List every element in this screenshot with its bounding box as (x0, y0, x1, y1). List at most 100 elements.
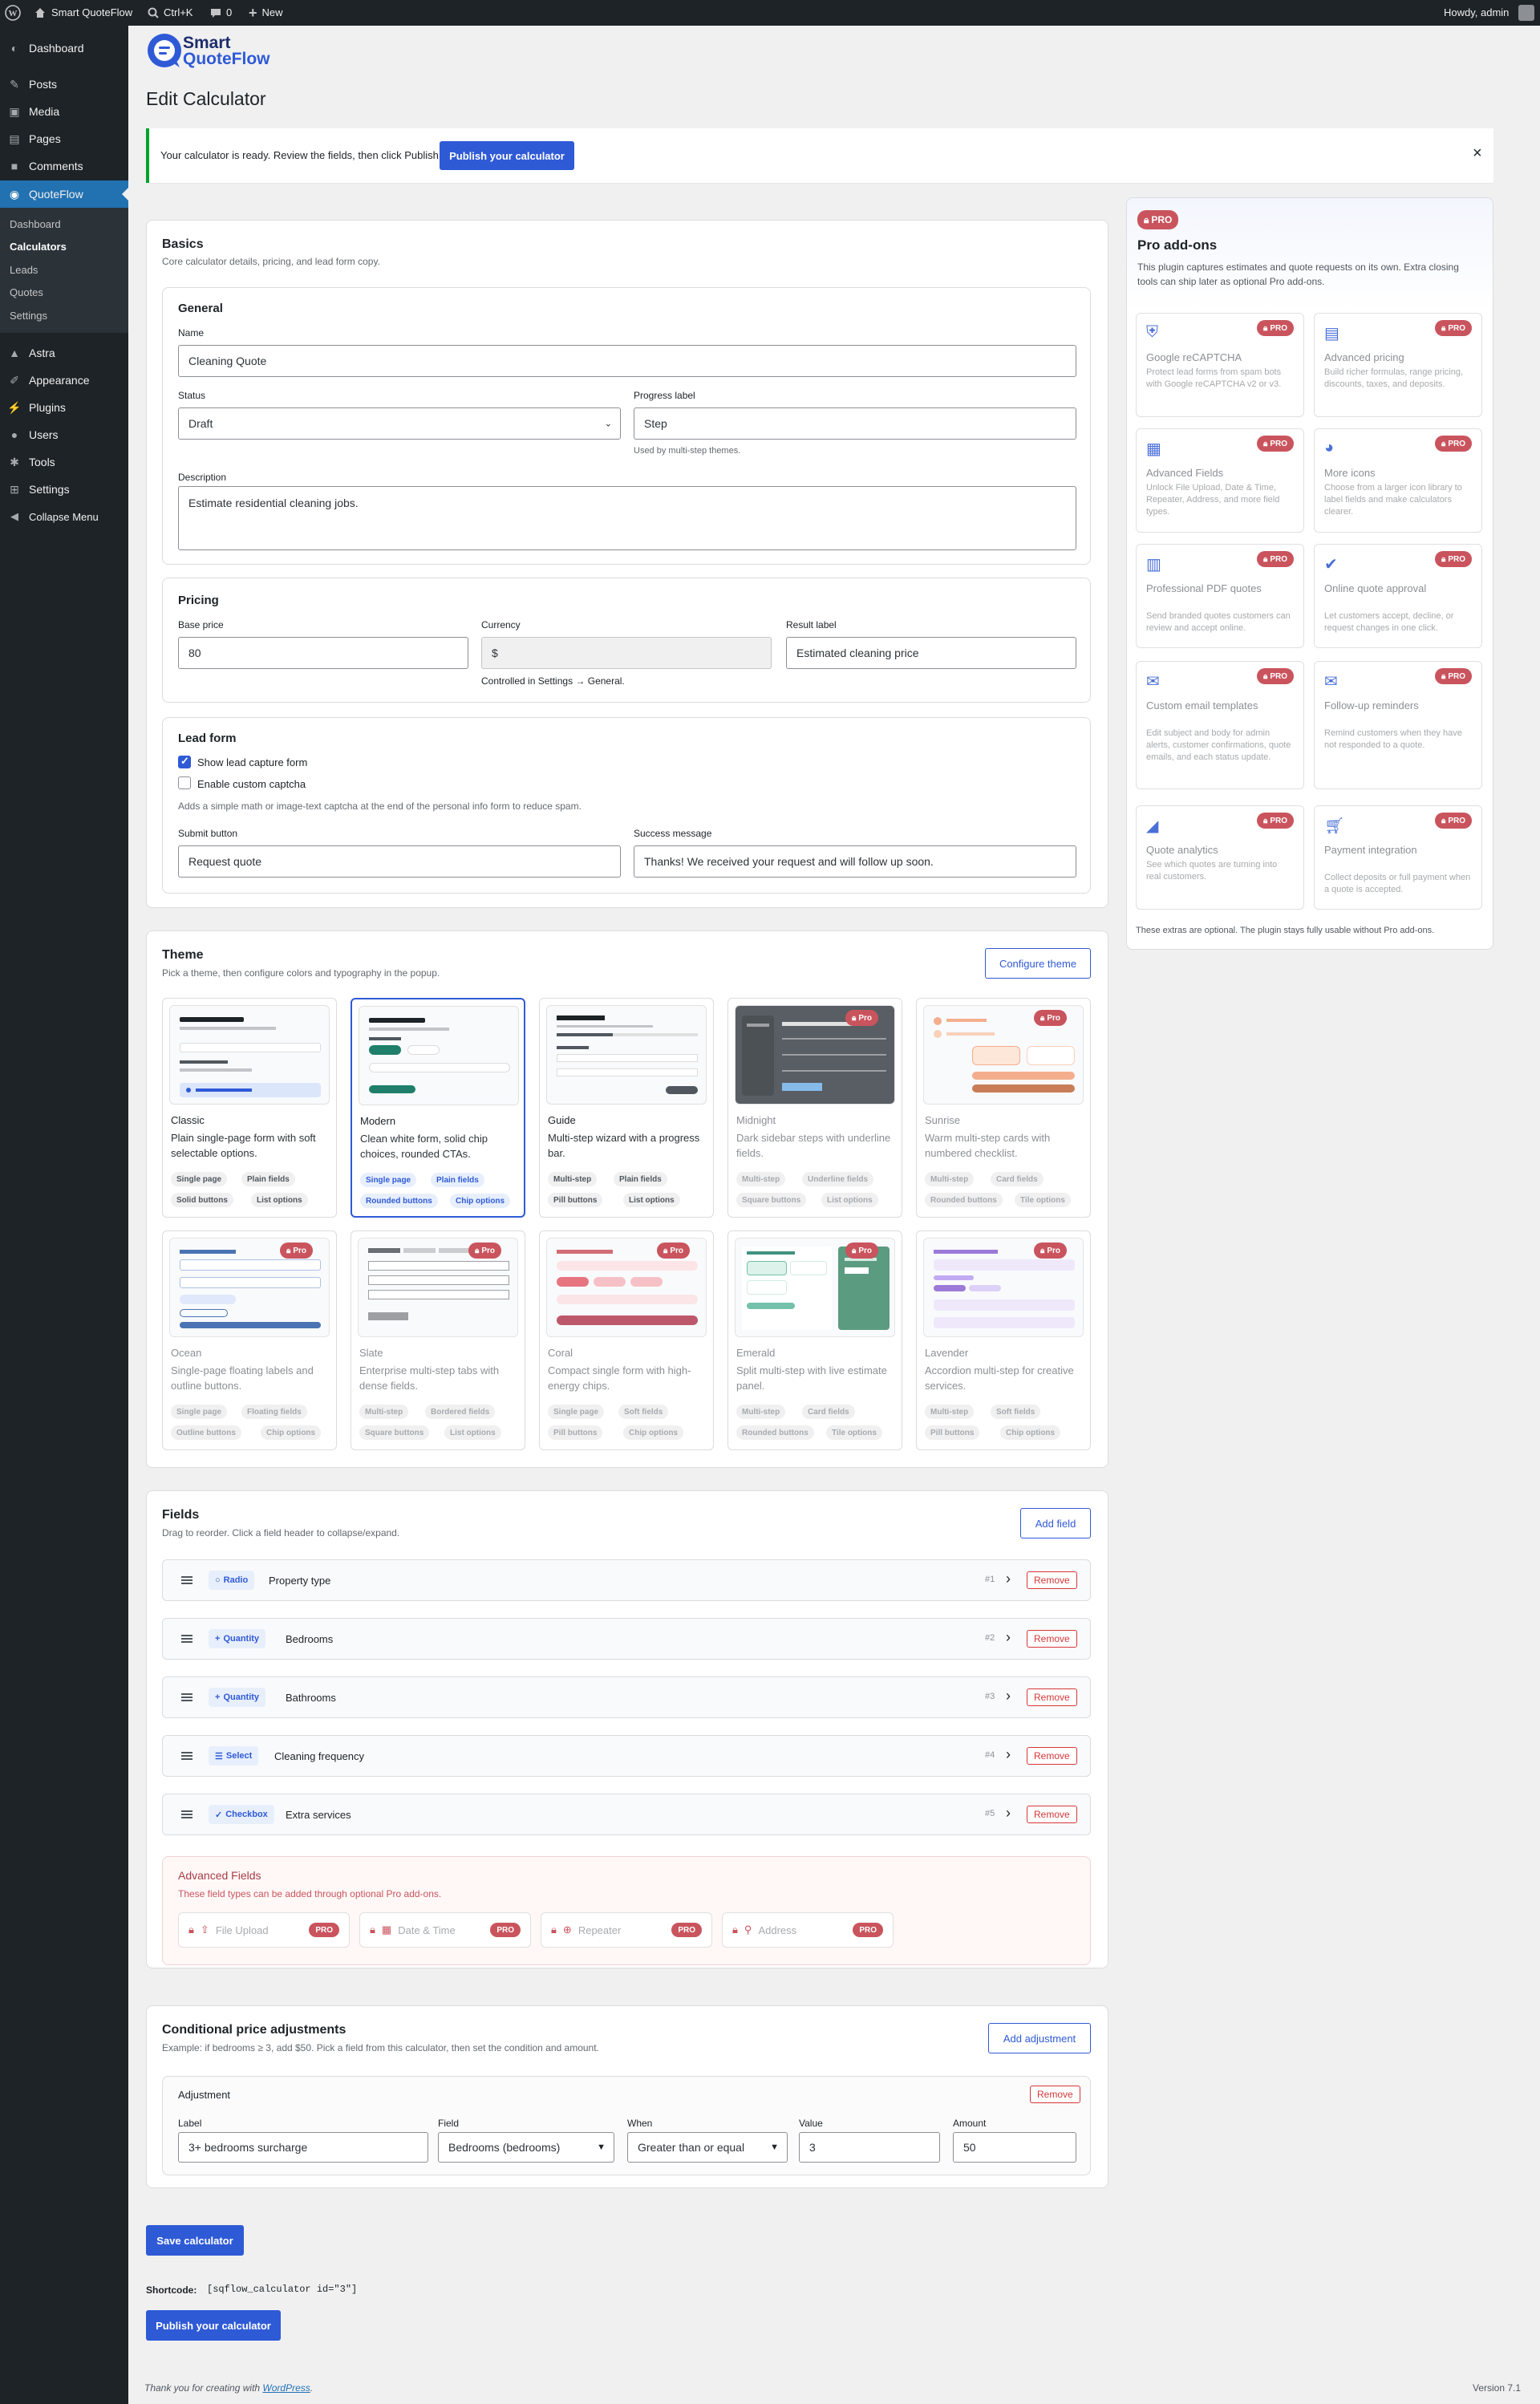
theme-tag: Pill buttons (925, 1425, 980, 1440)
remove-field-button[interactable]: Remove (1027, 1688, 1077, 1706)
result-label-input[interactable]: Estimated cleaning price (786, 637, 1076, 669)
publish-calculator-button[interactable]: Publish your calculator (146, 2310, 281, 2341)
remove-field-button[interactable]: Remove (1027, 1571, 1077, 1589)
theme-card-slate[interactable]: 🔒︎ Pro Slate Enterprise multi-step tabs wit… (351, 1230, 525, 1450)
remove-field-button[interactable]: Remove (1027, 1630, 1077, 1648)
currency-input: $ (481, 637, 772, 669)
pro-badge: 🔒︎ PRO (1435, 436, 1472, 452)
sidebar-item-pages[interactable]: ▤ Pages (0, 125, 128, 152)
theme-preview (546, 1005, 707, 1105)
theme-card-classic[interactable]: Classic Plain single-page form with soft … (162, 998, 337, 1218)
submenu-quotes[interactable]: Quotes (10, 286, 43, 298)
plus-icon: + (215, 1634, 221, 1644)
lock-icon: 🔒︎ (1441, 439, 1446, 448)
sidebar-item-label: Posts (29, 78, 58, 91)
captcha-checkbox[interactable] (178, 776, 191, 789)
sidebar-item-dashboard[interactable]: ◐ Dashboard (0, 34, 128, 62)
shortcode-value[interactable]: [sqflow_calculator id="3"] (202, 2282, 363, 2297)
description-textarea[interactable]: Estimate residential cleaning jobs. (178, 486, 1076, 550)
quoteflow-logo-icon (148, 34, 181, 67)
theme-tag: Single page (171, 1172, 228, 1186)
sidebar-item-settings[interactable]: ⊞ Settings (0, 476, 128, 503)
captcha-label: Enable custom captcha (197, 778, 306, 790)
drag-handle-icon[interactable] (181, 1693, 192, 1701)
comments-link[interactable]: 0 (210, 0, 232, 26)
sidebar-item-posts[interactable]: ✎ Posts (0, 71, 128, 98)
site-name: Smart QuoteFlow (51, 6, 133, 18)
adj-label-input[interactable]: 3+ bedrooms surcharge (178, 2132, 428, 2163)
sidebar-item-comments[interactable]: ■ Comments (0, 152, 128, 180)
adj-value-input[interactable]: 3 (799, 2132, 940, 2163)
submit-button-input[interactable]: Request quote (178, 845, 621, 878)
lock-icon: 🔒︎ (663, 1246, 668, 1255)
add-field-button[interactable]: Add field (1020, 1508, 1091, 1538)
chevron-right-icon[interactable]: › (1006, 1805, 1011, 1822)
theme-card-lavender[interactable]: 🔒︎ Pro Lavender Accordion multi-step for cr… (916, 1230, 1091, 1450)
success-message-input[interactable]: Thanks! We received your request and wil… (634, 845, 1076, 878)
pro-badge-text: Pro (481, 1246, 495, 1255)
account-menu[interactable]: Howdy, admin (1444, 0, 1535, 26)
save-calculator-button[interactable]: Save calculator (146, 2225, 244, 2256)
comments-icon: ■ (10, 160, 18, 172)
close-icon[interactable]: × (1473, 144, 1482, 163)
site-name-link[interactable]: Smart QuoteFlow (34, 0, 132, 26)
sidebar-item-plugins[interactable]: ⚡ Plugins (0, 394, 128, 421)
theme-tag: Plain fields (241, 1172, 295, 1186)
theme-card-ocean[interactable]: 🔒︎ Pro Ocean Single-page floating labels an… (162, 1230, 337, 1450)
sidebar-item-label: Collapse Menu (29, 510, 99, 523)
base-price-input[interactable]: 80 (178, 637, 468, 669)
theme-card-coral[interactable]: 🔒︎ Pro Coral Compact single form with high-… (539, 1230, 714, 1450)
adj-when-select[interactable]: Greater than or equal ▼ (627, 2132, 788, 2163)
theme-card-guide[interactable]: Guide Multi-step wizard with a progress b… (539, 998, 714, 1218)
remove-adjustment-button[interactable]: Remove (1030, 2086, 1080, 2103)
show-lead-checkbox[interactable]: ✓ (178, 755, 191, 768)
adj-field-select[interactable]: Bedrooms (bedrooms) ▼ (438, 2132, 614, 2163)
configure-theme-button[interactable]: Configure theme (985, 948, 1091, 979)
add-adjustment-button[interactable]: Add adjustment (988, 2023, 1091, 2053)
notice-publish-button[interactable]: Publish your calculator (440, 141, 574, 170)
theme-card-midnight[interactable]: 🔒︎ Pro Midnight Dark sidebar steps with und… (727, 998, 902, 1218)
name-input[interactable]: Cleaning Quote (178, 345, 1076, 377)
theme-card-modern[interactable]: Modern Clean white form, solid chip choic… (351, 998, 525, 1218)
theme-card-sunrise[interactable]: 🔒︎ Pro Sunrise Warm multi-step cards with n… (916, 998, 1091, 1218)
remove-field-button[interactable]: Remove (1027, 1806, 1077, 1823)
sidebar-item-astra[interactable]: ▲ Astra (0, 339, 128, 367)
addon-title: Online quote approval (1324, 582, 1427, 594)
chevron-right-icon[interactable]: › (1006, 1629, 1011, 1646)
theme-tag: Chip options (1000, 1425, 1061, 1440)
submenu-calculators[interactable]: Calculators (10, 241, 67, 253)
pdf-icon: ▥ (1146, 556, 1161, 574)
chevron-right-icon[interactable]: › (1006, 1571, 1011, 1587)
adj-amount-input[interactable]: 50 (953, 2132, 1076, 2163)
sidebar-item-collapse[interactable]: ◀ Collapse Menu (0, 503, 128, 530)
submenu-dashboard[interactable]: Dashboard (10, 218, 61, 230)
remove-field-button[interactable]: Remove (1027, 1747, 1077, 1765)
drag-handle-icon[interactable] (181, 1810, 192, 1818)
list-icon: ☰ (215, 1751, 223, 1761)
status-select[interactable]: Draft ⌄ (178, 407, 621, 440)
wordpress-link[interactable]: WordPress (262, 2382, 310, 2394)
drag-handle-icon[interactable] (181, 1752, 192, 1760)
submenu-leads[interactable]: Leads (10, 264, 38, 276)
sidebar-item-media[interactable]: ▣ Media (0, 98, 128, 125)
sidebar-item-tools[interactable]: ✱ Tools (0, 448, 128, 476)
sidebar-item-appearance[interactable]: ✐ Appearance (0, 367, 128, 394)
check-icon: ✓ (215, 1810, 223, 1820)
drag-handle-icon[interactable] (181, 1576, 192, 1584)
search-shortcut[interactable]: Ctrl+K (148, 0, 192, 26)
field-name: Extra services (286, 1809, 351, 1821)
pages-icon: ▤ (9, 132, 20, 145)
new-content-link[interactable]: + New (249, 0, 283, 26)
drag-handle-icon[interactable] (181, 1635, 192, 1643)
pro-badge-text: PRO (1448, 323, 1465, 333)
progress-input[interactable]: Step (634, 407, 1076, 440)
chevron-right-icon[interactable]: › (1006, 1746, 1011, 1763)
theme-tag: List options (623, 1193, 680, 1207)
sidebar-item-quoteflow[interactable]: ◉ QuoteFlow (0, 180, 128, 208)
theme-tag: Multi-step (736, 1172, 786, 1186)
submenu-settings[interactable]: Settings (10, 310, 47, 322)
chevron-right-icon[interactable]: › (1006, 1688, 1011, 1705)
sidebar-item-users[interactable]: ● Users (0, 421, 128, 448)
wordpress-logo-icon[interactable]: W (5, 0, 21, 26)
theme-card-emerald[interactable]: 🔒︎ Pro Emerald Split multi-step with live e… (727, 1230, 902, 1450)
